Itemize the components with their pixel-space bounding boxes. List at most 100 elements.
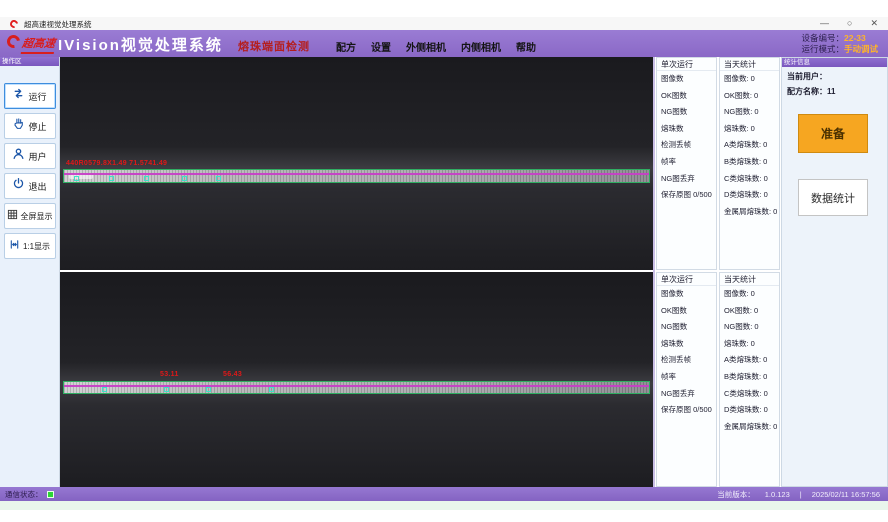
- status-bar: 通信状态： 当前版本： 1.0.123 | 2025/02/11 16:57:5…: [0, 487, 888, 501]
- daily-stats-panel-top: 当天统计 图像数: 0 OK图数: 0 NG图数: 0 熔珠数: 0 A类熔珠数…: [719, 57, 780, 270]
- defect-marker: [102, 387, 107, 392]
- stat-row: A类熔珠数: 0: [720, 352, 779, 369]
- prepare-button[interactable]: 准备: [798, 114, 868, 153]
- statistics-info-panel: 统计信息 当前用户： 配方名称：11 准备 数据统计: [781, 57, 888, 487]
- exit-button-label: 退出: [28, 180, 46, 193]
- stat-row: 图像数: [657, 286, 716, 303]
- stat-row: 保存原图 0/500: [657, 187, 716, 204]
- menu-item-settings[interactable]: 设置: [371, 39, 391, 54]
- single-run-title: 单次运行: [657, 273, 716, 286]
- single-run-stats-panel-bottom: 单次运行 图像数 OK图数 NG图数 熔珠数 检测丢帧 帧率 NG图丢弃 保存原…: [656, 272, 717, 487]
- menu-item-outer-camera[interactable]: 外侧相机: [406, 39, 446, 54]
- stat-row: C类熔珠数: 0: [720, 386, 779, 403]
- comm-status-label: 通信状态：: [5, 489, 43, 500]
- defect-marker: [109, 176, 114, 181]
- stat-row: NG图数: [657, 319, 716, 336]
- window-title: 超高速视觉处理系统: [24, 19, 92, 30]
- data-statistics-button[interactable]: 数据统计: [798, 179, 868, 216]
- run-mode-label: 运行模式：: [801, 44, 844, 54]
- info-panel-title: 统计信息: [782, 58, 887, 67]
- stat-row: 图像数: 0: [720, 71, 779, 88]
- brand-logo-text: 超高速: [21, 35, 57, 54]
- page-title: IVision视觉处理系统: [58, 34, 223, 55]
- recipe-name-value: 11: [827, 87, 835, 96]
- close-button[interactable]: ✕: [870, 17, 878, 30]
- app-logo-icon: [8, 18, 19, 29]
- header-device-info: 设备编号：22-33 运行模式：手动调试: [801, 33, 878, 55]
- menu-item-recipe[interactable]: 配方: [336, 39, 356, 54]
- stat-row: 熔珠数: [657, 336, 716, 353]
- stat-row: 熔珠数: [657, 121, 716, 138]
- daily-stats-title: 当天统计: [720, 58, 779, 71]
- comm-status-indicator: [47, 491, 54, 498]
- stop-button-label: 停止: [28, 120, 46, 133]
- camera-viewport-inner: 53.11 56.43: [60, 272, 654, 487]
- stat-row: NG图丢弃: [657, 171, 716, 188]
- bottom-strip: [0, 501, 888, 510]
- daily-stats-title: 当天统计: [720, 273, 779, 286]
- stat-row: 图像数: [657, 71, 716, 88]
- main-menu: 配方 设置 外侧相机 内侧相机 帮助: [336, 39, 536, 54]
- stat-row: 帧率: [657, 154, 716, 171]
- one-to-one-display-label: 1:1显示: [23, 241, 50, 252]
- stat-row: OK图数: 0: [720, 303, 779, 320]
- one-to-one-display-button[interactable]: 1:1显示: [4, 233, 56, 259]
- window-titlebar: 超高速视觉处理系统 — ○ ✕: [0, 17, 888, 30]
- power-icon: [12, 177, 25, 195]
- stat-row: NG图丢弃: [657, 386, 716, 403]
- measurement-annotation: 53.11: [160, 371, 179, 378]
- version-label: 当前版本：: [717, 489, 755, 500]
- detection-line: [64, 385, 649, 387]
- stat-row: NG图数: 0: [720, 319, 779, 336]
- current-user-label: 当前用户：: [787, 72, 827, 81]
- stat-row: 帧率: [657, 369, 716, 386]
- stop-button[interactable]: 停止: [4, 113, 56, 139]
- splitter-divider: [653, 57, 655, 487]
- fullscreen-display-label: 全屏显示: [21, 211, 53, 222]
- defect-marker: [144, 176, 149, 181]
- exit-button[interactable]: 退出: [4, 173, 56, 199]
- brand-logo-icon: [4, 32, 22, 50]
- weld-strip-image: [63, 169, 650, 183]
- fullscreen-display-button[interactable]: 全屏显示: [4, 203, 56, 229]
- camera-viewport-outer: 440R0579.8X1.49 71.5741.49: [60, 57, 654, 270]
- stat-row: 熔珠数: 0: [720, 336, 779, 353]
- status-separator: |: [800, 490, 802, 499]
- stat-row: 金属屑熔珠数: 0: [720, 204, 779, 221]
- single-run-stats-panel-top: 单次运行 图像数 OK图数 NG图数 熔珠数 检测丢帧 帧率 NG图丢弃 保存原…: [656, 57, 717, 270]
- daily-stats-panel-bottom: 当天统计 图像数: 0 OK图数: 0 NG图数: 0 熔珠数: 0 A类熔珠数…: [719, 272, 780, 487]
- device-number-value: 22-33: [844, 33, 866, 43]
- defect-marker: [182, 176, 187, 181]
- device-number-label: 设备编号：: [801, 33, 844, 43]
- stat-row: 检测丢帧: [657, 352, 716, 369]
- sidebar-title: 操作区: [0, 57, 59, 66]
- maximize-button[interactable]: ○: [847, 17, 852, 30]
- weld-strip-image: [63, 381, 650, 394]
- sync-arrows-icon: [12, 87, 25, 105]
- app-header: 超高速 IVision视觉处理系统 熔珠端面检测 配方 设置 外侧相机 内侧相机…: [0, 30, 888, 57]
- user-icon: [12, 147, 25, 165]
- defect-marker: [74, 176, 79, 181]
- stat-row: OK图数: [657, 88, 716, 105]
- operation-sidebar: 操作区 运行 停止 用户: [0, 57, 60, 487]
- defect-marker: [269, 387, 274, 392]
- run-mode-value: 手动调试: [844, 44, 878, 54]
- stat-row: 熔珠数: 0: [720, 121, 779, 138]
- stat-row: A类熔珠数: 0: [720, 137, 779, 154]
- page-subtitle: 熔珠端面检测: [238, 38, 310, 54]
- minimize-button[interactable]: —: [820, 17, 829, 30]
- user-button[interactable]: 用户: [4, 143, 56, 169]
- run-button[interactable]: 运行: [4, 83, 56, 109]
- measurement-annotation: 440R0579.8X1.49 71.5741.49: [66, 160, 167, 167]
- defect-marker: [216, 176, 221, 181]
- defect-marker: [164, 387, 169, 392]
- one-to-one-icon: [9, 237, 20, 255]
- menu-item-inner-camera[interactable]: 内侧相机: [461, 39, 501, 54]
- stat-row: 检测丢帧: [657, 137, 716, 154]
- app-window: 超高速视觉处理系统 — ○ ✕ 超高速 IVision视觉处理系统 熔珠端面检测…: [0, 0, 888, 522]
- stat-row: D类熔珠数: 0: [720, 187, 779, 204]
- stat-row: 金属屑熔珠数: 0: [720, 419, 779, 436]
- run-button-label: 运行: [28, 90, 46, 103]
- menu-item-help[interactable]: 帮助: [516, 39, 536, 54]
- version-value: 1.0.123: [765, 490, 790, 499]
